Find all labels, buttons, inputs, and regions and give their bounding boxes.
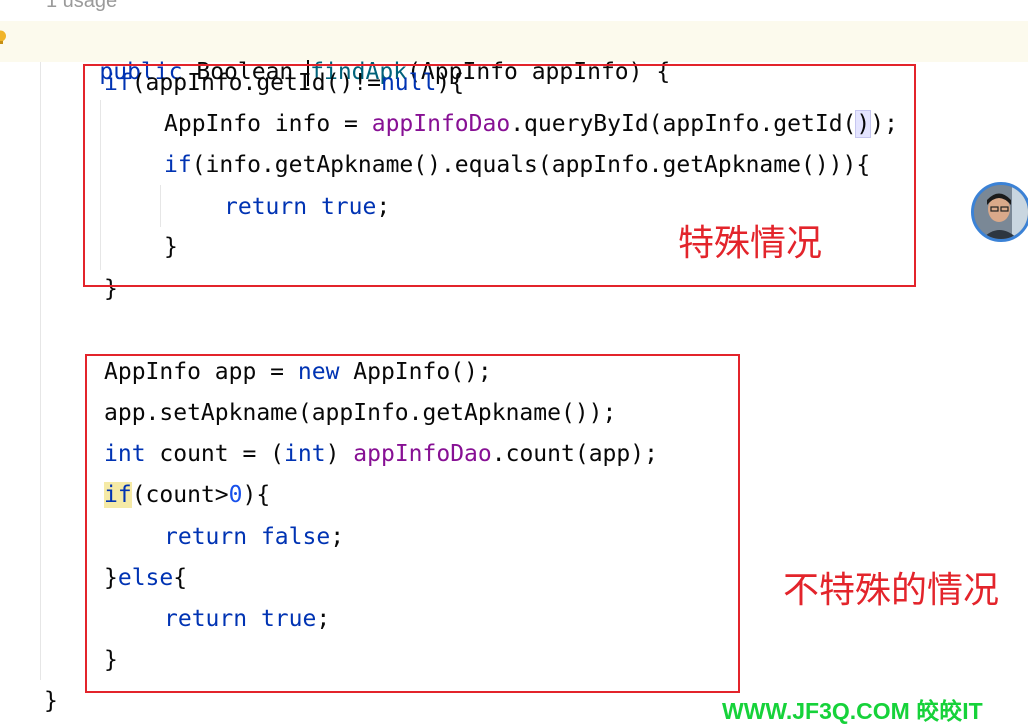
avatar-face-icon [974, 185, 1028, 239]
annotation-special-label: 特殊情况 [678, 223, 823, 264]
method-signature[interactable]: public Boolean findApk(AppInfo appInfo) … [44, 27, 670, 86]
annotation-box-non-special [85, 354, 740, 693]
user-avatar[interactable] [971, 182, 1028, 242]
lightbulb-icon[interactable] [0, 30, 7, 46]
indent-guide [40, 62, 41, 680]
code-text: } [44, 688, 58, 714]
code-editor[interactable]: 1 usage public Boolean findApk(AppInfo a… [0, 0, 1028, 727]
usage-hint[interactable]: 1 usage [46, 0, 117, 13]
annotation-non-special-label: 不特殊的情况 [783, 570, 1000, 611]
watermark: WWW.JF3Q.COM 皎皎IT [722, 698, 983, 724]
code-line[interactable]: } [44, 686, 58, 716]
